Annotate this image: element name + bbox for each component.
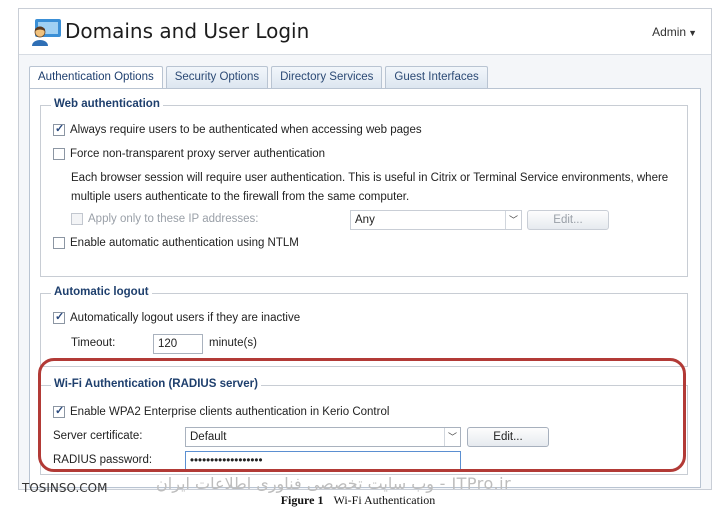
description-line1: Each browser session will require user a… — [71, 172, 668, 184]
description-line2: multiple users authenticate to the firew… — [71, 191, 409, 203]
tab-directory-services[interactable]: Directory Services — [271, 66, 383, 88]
tab-authentication-options[interactable]: Authentication Options — [29, 66, 163, 89]
apply-only-label: Apply only to these IP addresses: — [88, 213, 259, 225]
force-proxy-row[interactable]: Force non-transparent proxy server authe… — [53, 148, 325, 160]
timeout-unit-text: minute(s) — [209, 337, 257, 349]
timeout-unit: minute(s) — [209, 337, 257, 349]
always-require-row[interactable]: Always require users to be authenticated… — [53, 122, 422, 136]
server-certificate-label: Server certificate: — [53, 430, 142, 442]
tab-security-options[interactable]: Security Options — [165, 66, 269, 88]
force-proxy-label: Force non-transparent proxy server authe… — [70, 148, 326, 160]
tab-content: Web authentication Always require users … — [29, 88, 701, 488]
radius-password-label: RADIUS password: — [53, 454, 152, 466]
wifi-authentication-group: Wi-Fi Authentication (RADIUS server) Ena… — [40, 378, 688, 475]
web-authentication-title: Web authentication — [51, 98, 163, 110]
figure-number: Figure 1 — [280, 493, 324, 507]
radius-password-input[interactable]: •••••••••••••••••• — [185, 451, 461, 471]
always-require-label: Always require users to be authenticated… — [70, 124, 422, 136]
ntlm-row[interactable]: Enable automatic authentication using NT… — [53, 237, 299, 249]
watermark-right: ITPro.ir - وب سایت تخصصی فناوری اطلاعات … — [156, 474, 512, 493]
wifi-authentication-title: Wi-Fi Authentication (RADIUS server) — [51, 378, 261, 390]
user-menu[interactable]: Admin ▼ — [652, 25, 697, 39]
figure-caption-text: Wi-Fi Authentication — [333, 493, 436, 507]
server-certificate-select[interactable]: Default ﹀ — [185, 427, 461, 447]
users-icon — [32, 19, 61, 46]
automatic-logout-title: Automatic logout — [51, 286, 152, 298]
certificate-edit-button[interactable]: Edit... — [467, 427, 549, 447]
automatic-logout-group: Automatic logout Automatically logout us… — [40, 286, 688, 367]
apply-only-checkbox[interactable] — [71, 213, 83, 225]
user-menu-label: Admin — [652, 25, 687, 39]
tab-guest-interfaces[interactable]: Guest Interfaces — [385, 66, 488, 88]
page-title: Domains and User Login — [65, 19, 310, 43]
always-require-checkbox[interactable] — [53, 122, 65, 136]
timeout-input[interactable]: 120 — [153, 334, 203, 354]
logout-inactive-row[interactable]: Automatically logout users if they are i… — [53, 310, 301, 324]
ntlm-label: Enable automatic authentication using NT… — [70, 237, 299, 249]
page-header: Domains and User Login Admin ▼ — [19, 9, 711, 55]
chevron-down-icon: ﹀ — [505, 211, 521, 229]
enable-wpa2-label: Enable WPA2 Enterprise clients authentic… — [70, 406, 390, 418]
web-authentication-group: Web authentication Always require users … — [40, 98, 688, 277]
enable-wpa2-checkbox[interactable] — [53, 404, 65, 418]
ntlm-checkbox[interactable] — [53, 237, 65, 249]
description-text-1: Each browser session will require user a… — [71, 172, 669, 184]
ip-address-select-value: Any — [355, 214, 375, 226]
logout-inactive-label: Automatically logout users if they are i… — [70, 312, 301, 324]
timeout-label-text: Timeout: — [71, 337, 116, 349]
ip-edit-button[interactable]: Edit... — [527, 210, 609, 230]
ip-address-select[interactable]: Any ﹀ — [350, 210, 522, 230]
app-window: Domains and User Login Admin ▼ Authentica… — [18, 8, 712, 490]
chevron-down-icon: ﹀ — [444, 428, 460, 446]
timeout-label: Timeout: — [71, 337, 115, 349]
description-text-2: multiple users authenticate to the firew… — [71, 191, 410, 203]
force-proxy-checkbox[interactable] — [53, 148, 65, 160]
server-certificate-label-text: Server certificate: — [53, 430, 143, 442]
server-certificate-value: Default — [190, 431, 227, 443]
radius-password-label-text: RADIUS password: — [53, 454, 153, 466]
tab-bar: Authentication Options Security Options … — [29, 66, 491, 89]
figure-caption: Figure 1 Wi-Fi Authentication — [0, 493, 716, 508]
logout-inactive-checkbox[interactable] — [53, 310, 65, 324]
caret-down-icon: ▼ — [688, 28, 697, 38]
apply-only-row[interactable]: Apply only to these IP addresses: — [71, 213, 258, 225]
enable-wpa2-row[interactable]: Enable WPA2 Enterprise clients authentic… — [53, 404, 390, 418]
